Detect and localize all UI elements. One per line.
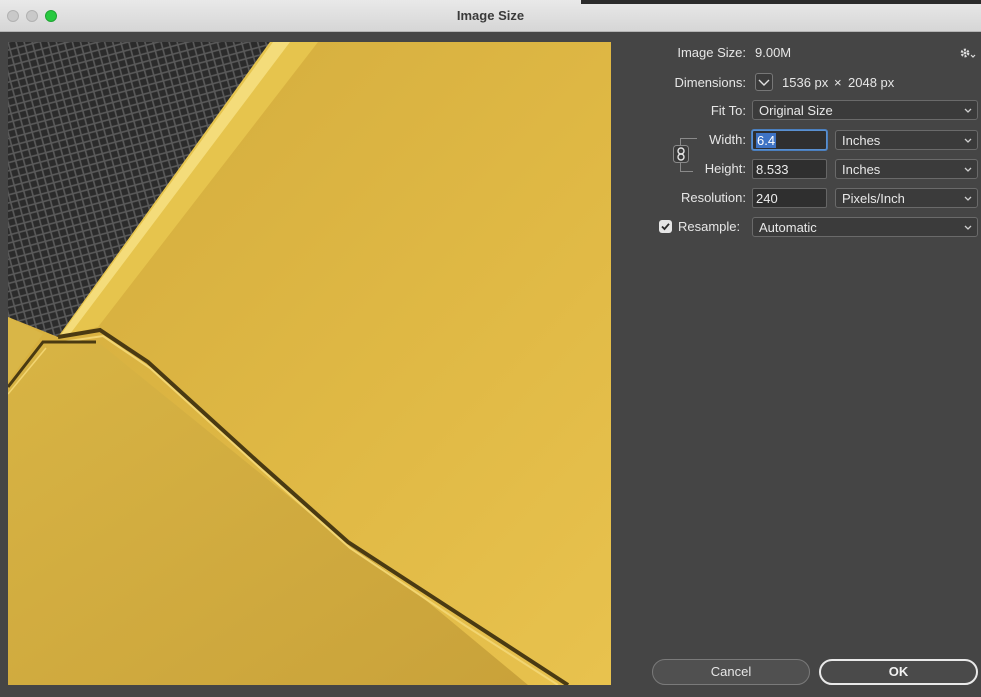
fit-to-value: Original Size [759,103,833,118]
cancel-button[interactable]: Cancel [652,659,810,685]
image-size-label: Image Size: [677,45,746,60]
dimensions-height-value: 2048 px [848,75,895,90]
window-title: Image Size [456,8,525,23]
width-unit-value: Inches [842,133,881,148]
gear-icon[interactable] [958,45,976,61]
chevron-down-icon [964,167,972,172]
width-unit-select[interactable]: Inches [835,130,978,150]
dimensions-width-value: 1536 px [782,75,829,90]
resample-select[interactable]: Automatic [752,217,978,237]
height-unit-select[interactable]: Inches [835,159,978,179]
resample-value: Automatic [759,220,817,235]
resolution-unit-select[interactable]: Pixels/Inch [835,188,978,208]
resolution-unit-value: Pixels/Inch [842,191,905,206]
height-label: Height: [704,161,746,176]
height-input[interactable]: 8.533 [752,159,827,179]
resample-label: Resample: [678,219,741,234]
resample-checkbox[interactable] [659,220,672,233]
resolution-label: Resolution: [680,190,746,205]
ok-button[interactable]: OK [819,659,978,685]
checkmark-icon [661,223,670,231]
chevron-down-icon [964,138,972,143]
chevron-down-icon [758,79,770,86]
chevron-down-icon [964,196,972,201]
width-label: Width: [709,132,746,147]
dimensions-label: Dimensions: [674,75,746,90]
resolution-input[interactable]: 240 [752,188,827,208]
chevron-down-icon [964,225,972,230]
fit-to-select[interactable]: Original Size [752,100,978,120]
height-input-value: 8.533 [756,162,789,177]
image-preview[interactable] [8,42,611,685]
chevron-down-icon [964,108,972,113]
width-input-value: 6.4 [756,133,777,148]
title-bar: Image Size [0,0,981,32]
width-input[interactable]: 6.4 [752,130,827,150]
dimensions-dropdown-button[interactable] [755,73,773,91]
preview-image [8,42,611,685]
fit-to-label: Fit To: [710,103,746,118]
resolution-input-value: 240 [756,191,778,206]
image-size-value: 9.00M [755,45,792,60]
height-unit-value: Inches [842,162,881,177]
dimensions-times-sign: × [834,75,842,90]
background-window-strip [581,0,981,4]
